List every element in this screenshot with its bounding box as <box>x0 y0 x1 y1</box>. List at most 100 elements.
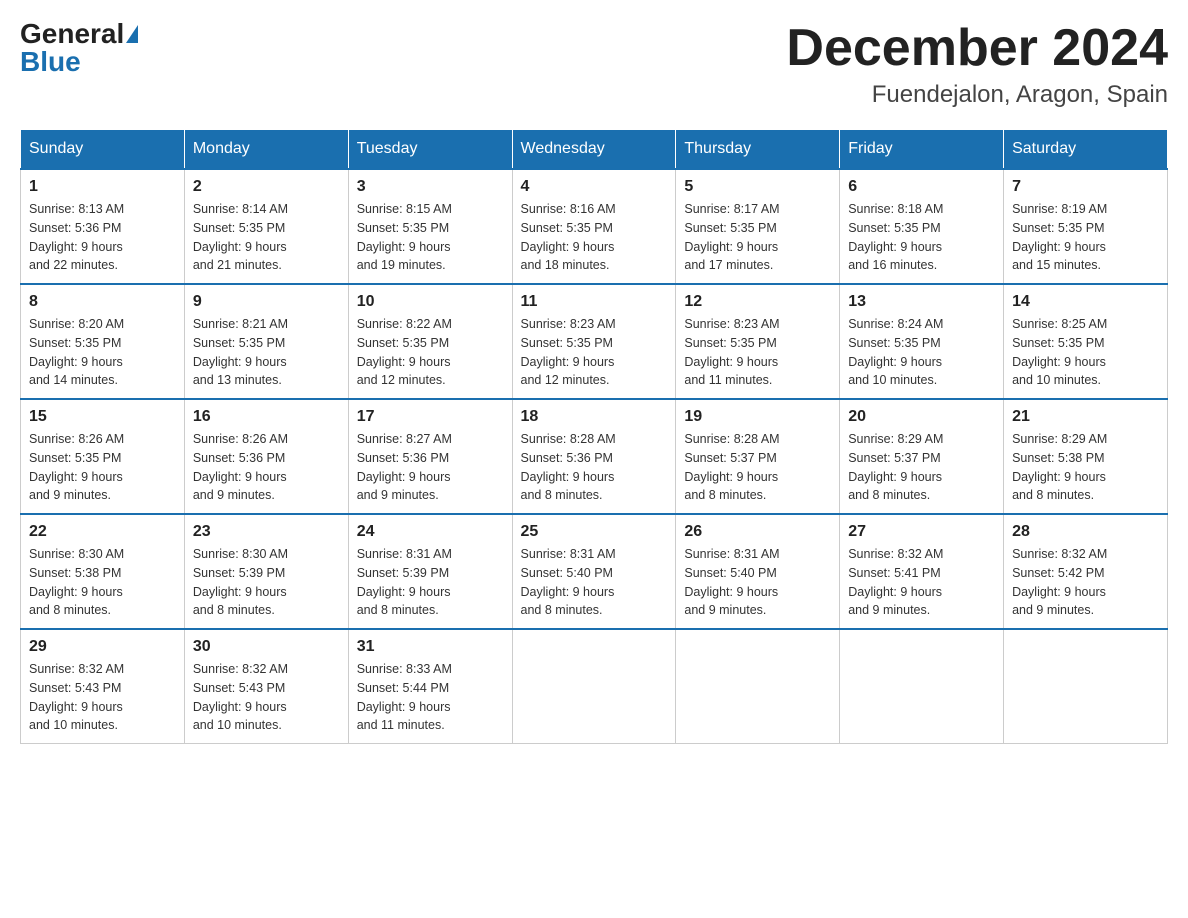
day-number: 8 <box>29 293 176 311</box>
calendar-table: SundayMondayTuesdayWednesdayThursdayFrid… <box>20 129 1168 744</box>
weekday-header-thursday: Thursday <box>676 130 840 170</box>
day-number: 17 <box>357 408 504 426</box>
day-info: Sunrise: 8:31 AMSunset: 5:40 PMDaylight:… <box>521 545 668 620</box>
day-info: Sunrise: 8:32 AMSunset: 5:43 PMDaylight:… <box>29 660 176 735</box>
calendar-cell: 28Sunrise: 8:32 AMSunset: 5:42 PMDayligh… <box>1004 514 1168 629</box>
day-info: Sunrise: 8:30 AMSunset: 5:39 PMDaylight:… <box>193 545 340 620</box>
calendar-cell: 18Sunrise: 8:28 AMSunset: 5:36 PMDayligh… <box>512 399 676 514</box>
calendar-cell: 30Sunrise: 8:32 AMSunset: 5:43 PMDayligh… <box>184 629 348 744</box>
week-row-3: 15 Sunrise: 8:26 AMSunset: 5:35 PMDayligh… <box>21 399 1168 514</box>
day-number: 2 <box>193 178 340 196</box>
day-info: Sunrise: 8:17 AMSunset: 5:35 PMDaylight:… <box>684 200 831 275</box>
weekday-header-wednesday: Wednesday <box>512 130 676 170</box>
day-info: Sunrise: 8:28 AMSunset: 5:36 PMDaylight:… <box>521 430 668 505</box>
day-info: Sunrise: 8:25 AMSunset: 5:35 PMDaylight:… <box>1012 315 1159 390</box>
day-info: Sunrise: 8:28 AMSunset: 5:37 PMDaylight:… <box>684 430 831 505</box>
calendar-cell: 2 Sunrise: 8:14 AMSunset: 5:35 PMDaylight… <box>184 169 348 284</box>
calendar-cell: 9 Sunrise: 8:21 AMSunset: 5:35 PMDaylight… <box>184 284 348 399</box>
day-info: Sunrise: 8:16 AMSunset: 5:35 PMDaylight:… <box>521 200 668 275</box>
calendar-cell: 21 Sunrise: 8:29 AMSunset: 5:38 PMDayligh… <box>1004 399 1168 514</box>
calendar-cell: 24Sunrise: 8:31 AMSunset: 5:39 PMDayligh… <box>348 514 512 629</box>
calendar-cell: 16 Sunrise: 8:26 AMSunset: 5:36 PMDayligh… <box>184 399 348 514</box>
day-info: Sunrise: 8:29 AMSunset: 5:37 PMDaylight:… <box>848 430 995 505</box>
logo: General Blue <box>20 20 138 76</box>
weekday-header-sunday: Sunday <box>21 130 185 170</box>
day-number: 23 <box>193 523 340 541</box>
week-row-4: 22Sunrise: 8:30 AMSunset: 5:38 PMDayligh… <box>21 514 1168 629</box>
calendar-cell: 6 Sunrise: 8:18 AMSunset: 5:35 PMDaylight… <box>840 169 1004 284</box>
page-header: General Blue December 2024 Fuendejalon, … <box>20 20 1168 109</box>
calendar-cell: 7Sunrise: 8:19 AMSunset: 5:35 PMDaylight… <box>1004 169 1168 284</box>
calendar-cell: 25 Sunrise: 8:31 AMSunset: 5:40 PMDayligh… <box>512 514 676 629</box>
calendar-cell: 29 Sunrise: 8:32 AMSunset: 5:43 PMDayligh… <box>21 629 185 744</box>
day-info: Sunrise: 8:18 AMSunset: 5:35 PMDaylight:… <box>848 200 995 275</box>
day-info: Sunrise: 8:29 AMSunset: 5:38 PMDaylight:… <box>1012 430 1159 505</box>
logo-triangle-icon <box>126 25 138 43</box>
calendar-cell: 31Sunrise: 8:33 AMSunset: 5:44 PMDayligh… <box>348 629 512 744</box>
day-info: Sunrise: 8:19 AMSunset: 5:35 PMDaylight:… <box>1012 200 1159 275</box>
week-row-2: 8 Sunrise: 8:20 AMSunset: 5:35 PMDaylight… <box>21 284 1168 399</box>
day-info: Sunrise: 8:27 AMSunset: 5:36 PMDaylight:… <box>357 430 504 505</box>
day-info: Sunrise: 8:26 AMSunset: 5:36 PMDaylight:… <box>193 430 340 505</box>
day-number: 25 <box>521 523 668 541</box>
day-number: 6 <box>848 178 995 196</box>
day-number: 16 <box>193 408 340 426</box>
title-section: December 2024 Fuendejalon, Aragon, Spain <box>786 20 1168 109</box>
day-number: 15 <box>29 408 176 426</box>
day-number: 20 <box>848 408 995 426</box>
calendar-cell <box>1004 629 1168 744</box>
day-info: Sunrise: 8:32 AMSunset: 5:41 PMDaylight:… <box>848 545 995 620</box>
calendar-cell: 10 Sunrise: 8:22 AMSunset: 5:35 PMDayligh… <box>348 284 512 399</box>
day-info: Sunrise: 8:31 AMSunset: 5:40 PMDaylight:… <box>684 545 831 620</box>
day-number: 21 <box>1012 408 1159 426</box>
calendar-cell: 8 Sunrise: 8:20 AMSunset: 5:35 PMDaylight… <box>21 284 185 399</box>
day-number: 10 <box>357 293 504 311</box>
calendar-cell: 11 Sunrise: 8:23 AMSunset: 5:35 PMDayligh… <box>512 284 676 399</box>
day-number: 24 <box>357 523 504 541</box>
day-info: Sunrise: 8:30 AMSunset: 5:38 PMDaylight:… <box>29 545 176 620</box>
day-info: Sunrise: 8:21 AMSunset: 5:35 PMDaylight:… <box>193 315 340 390</box>
calendar-cell <box>512 629 676 744</box>
calendar-cell: 13Sunrise: 8:24 AMSunset: 5:35 PMDayligh… <box>840 284 1004 399</box>
calendar-cell: 19Sunrise: 8:28 AMSunset: 5:37 PMDayligh… <box>676 399 840 514</box>
logo-blue-text: Blue <box>20 48 81 76</box>
calendar-cell: 27 Sunrise: 8:32 AMSunset: 5:41 PMDayligh… <box>840 514 1004 629</box>
day-number: 9 <box>193 293 340 311</box>
calendar-cell <box>676 629 840 744</box>
calendar-cell: 14 Sunrise: 8:25 AMSunset: 5:35 PMDayligh… <box>1004 284 1168 399</box>
calendar-cell: 3Sunrise: 8:15 AMSunset: 5:35 PMDaylight… <box>348 169 512 284</box>
calendar-cell: 1Sunrise: 8:13 AMSunset: 5:36 PMDaylight… <box>21 169 185 284</box>
calendar-cell: 26 Sunrise: 8:31 AMSunset: 5:40 PMDayligh… <box>676 514 840 629</box>
day-info: Sunrise: 8:22 AMSunset: 5:35 PMDaylight:… <box>357 315 504 390</box>
day-number: 4 <box>521 178 668 196</box>
calendar-cell: 23 Sunrise: 8:30 AMSunset: 5:39 PMDayligh… <box>184 514 348 629</box>
day-number: 11 <box>521 293 668 311</box>
calendar-cell <box>840 629 1004 744</box>
day-number: 27 <box>848 523 995 541</box>
day-number: 26 <box>684 523 831 541</box>
calendar-cell: 4 Sunrise: 8:16 AMSunset: 5:35 PMDaylight… <box>512 169 676 284</box>
calendar-cell: 12Sunrise: 8:23 AMSunset: 5:35 PMDayligh… <box>676 284 840 399</box>
day-number: 30 <box>193 638 340 656</box>
day-info: Sunrise: 8:26 AMSunset: 5:35 PMDaylight:… <box>29 430 176 505</box>
weekday-header-saturday: Saturday <box>1004 130 1168 170</box>
calendar-cell: 22Sunrise: 8:30 AMSunset: 5:38 PMDayligh… <box>21 514 185 629</box>
day-number: 13 <box>848 293 995 311</box>
day-info: Sunrise: 8:15 AMSunset: 5:35 PMDaylight:… <box>357 200 504 275</box>
day-info: Sunrise: 8:20 AMSunset: 5:35 PMDaylight:… <box>29 315 176 390</box>
calendar-cell: 20 Sunrise: 8:29 AMSunset: 5:37 PMDayligh… <box>840 399 1004 514</box>
day-info: Sunrise: 8:14 AMSunset: 5:35 PMDaylight:… <box>193 200 340 275</box>
day-info: Sunrise: 8:32 AMSunset: 5:42 PMDaylight:… <box>1012 545 1159 620</box>
day-number: 29 <box>29 638 176 656</box>
location-title: Fuendejalon, Aragon, Spain <box>786 81 1168 109</box>
calendar-cell: 17 Sunrise: 8:27 AMSunset: 5:36 PMDayligh… <box>348 399 512 514</box>
weekday-header-friday: Friday <box>840 130 1004 170</box>
day-number: 14 <box>1012 293 1159 311</box>
logo-general-text: General <box>20 20 124 48</box>
calendar-cell: 15 Sunrise: 8:26 AMSunset: 5:35 PMDayligh… <box>21 399 185 514</box>
week-row-5: 29 Sunrise: 8:32 AMSunset: 5:43 PMDayligh… <box>21 629 1168 744</box>
weekday-header-tuesday: Tuesday <box>348 130 512 170</box>
weekday-header-row: SundayMondayTuesdayWednesdayThursdayFrid… <box>21 130 1168 170</box>
day-info: Sunrise: 8:23 AMSunset: 5:35 PMDaylight:… <box>521 315 668 390</box>
day-info: Sunrise: 8:33 AMSunset: 5:44 PMDaylight:… <box>357 660 504 735</box>
